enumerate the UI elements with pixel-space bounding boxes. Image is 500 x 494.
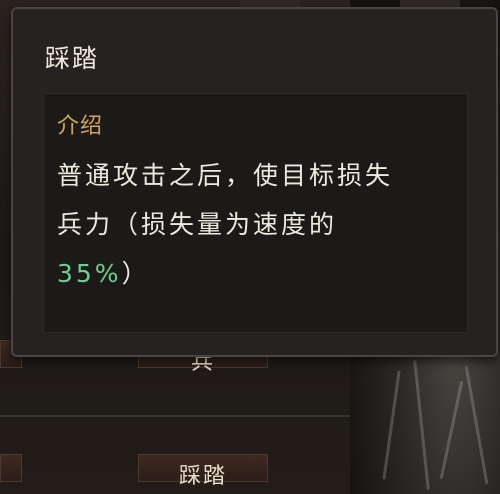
- skill-description: 普通攻击之后，使目标损失 兵力（损失量为速度的 35%）: [57, 151, 457, 298]
- skill-tab-button[interactable]: 踩踏: [138, 454, 268, 489]
- skill-name: 踩踏: [45, 44, 100, 73]
- skill-tooltip: 踩踏 介绍 普通攻击之后，使目标损失 兵力（损失量为速度的 35%）: [11, 7, 498, 357]
- skill-description-panel: 介绍 普通攻击之后，使目标损失 兵力（损失量为速度的 35%）: [43, 93, 468, 333]
- background-tab-left-bottom[interactable]: [0, 454, 22, 482]
- divider: [0, 415, 350, 417]
- section-label: 介绍: [57, 114, 104, 139]
- description-text: 普通攻击之后，使目标损失 兵力（损失量为速度的: [57, 161, 394, 239]
- skill-tab-label: 踩踏: [178, 464, 227, 489]
- description-value: 35%: [57, 259, 122, 288]
- description-close: ）: [121, 259, 150, 288]
